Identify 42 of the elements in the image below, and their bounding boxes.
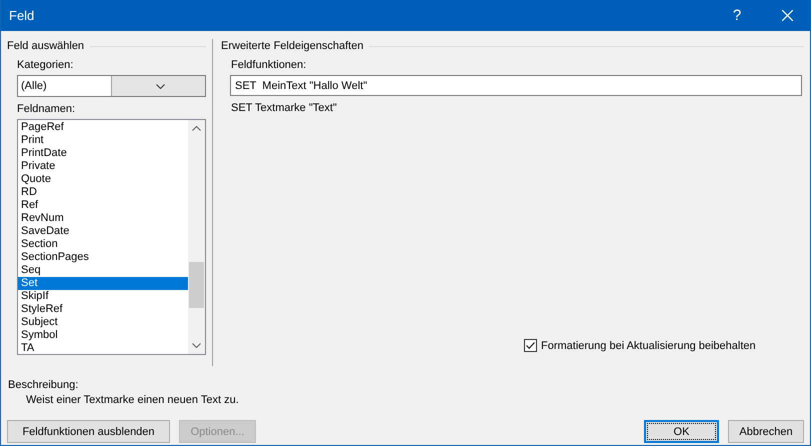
list-item[interactable]: Ref bbox=[18, 199, 188, 212]
help-button[interactable]: ? bbox=[714, 7, 760, 24]
description-text: Weist einer Textmarke einen neuen Text zu. bbox=[26, 394, 240, 406]
group-title: Erweiterte Feldeigenschaften bbox=[221, 40, 364, 52]
chevron-down-icon bbox=[156, 84, 164, 88]
list-item[interactable]: SaveDate bbox=[18, 225, 188, 238]
categories-label: Kategorien: bbox=[17, 59, 74, 73]
field-names-label: Feldnamen: bbox=[17, 103, 76, 117]
cancel-button[interactable]: Abbrechen bbox=[728, 420, 804, 443]
description-label: Beschreibung: bbox=[8, 379, 80, 391]
list-item[interactable]: TA bbox=[18, 342, 188, 355]
checkbox[interactable] bbox=[524, 339, 537, 352]
list-item[interactable]: Seq bbox=[18, 264, 188, 277]
syntax-hint: SET Textmarke "Text" bbox=[231, 102, 338, 114]
list-item[interactable]: Print bbox=[18, 134, 188, 147]
list-item[interactable]: StyleRef bbox=[18, 303, 188, 316]
list-item[interactable]: PrintDate bbox=[18, 147, 188, 160]
chevron-down-icon[interactable] bbox=[192, 343, 201, 348]
scrollbar[interactable] bbox=[188, 120, 205, 354]
dropdown-value: (Alle) bbox=[20, 80, 48, 92]
chevron-up-icon[interactable] bbox=[192, 126, 201, 131]
list-item[interactable]: RD bbox=[18, 186, 188, 199]
list-item[interactable]: PageRef bbox=[18, 121, 188, 134]
list-item[interactable]: Set bbox=[18, 277, 188, 290]
checkbox-label[interactable]: Formatierung bei Aktualisierung beibehalten bbox=[541, 340, 756, 352]
window-title: Feld bbox=[8, 8, 36, 23]
list-item[interactable]: Section bbox=[18, 238, 188, 251]
close-icon bbox=[782, 10, 792, 21]
categories-dropdown[interactable]: (Alle) bbox=[17, 75, 206, 97]
list-item[interactable]: Quote bbox=[18, 173, 188, 186]
field-codes-label: Feldfunktionen: bbox=[231, 59, 308, 73]
scrollbar-thumb[interactable] bbox=[189, 262, 204, 308]
field-codes-input[interactable]: SET MeinText "Hallo Welt" bbox=[230, 75, 802, 96]
ok-button[interactable]: OK bbox=[644, 420, 719, 443]
group-title: Feld auswählen bbox=[7, 40, 84, 52]
toggle-codes-button[interactable]: Feldfunktionen ausblenden bbox=[7, 420, 170, 443]
list-item[interactable]: SkipIf bbox=[18, 290, 188, 303]
list-item[interactable]: SectionPages bbox=[18, 251, 188, 264]
list-item[interactable]: RevNum bbox=[18, 212, 188, 225]
list-item[interactable]: Private bbox=[18, 160, 188, 173]
list-item[interactable]: Subject bbox=[18, 316, 188, 329]
list-item[interactable]: Symbol bbox=[18, 329, 188, 342]
